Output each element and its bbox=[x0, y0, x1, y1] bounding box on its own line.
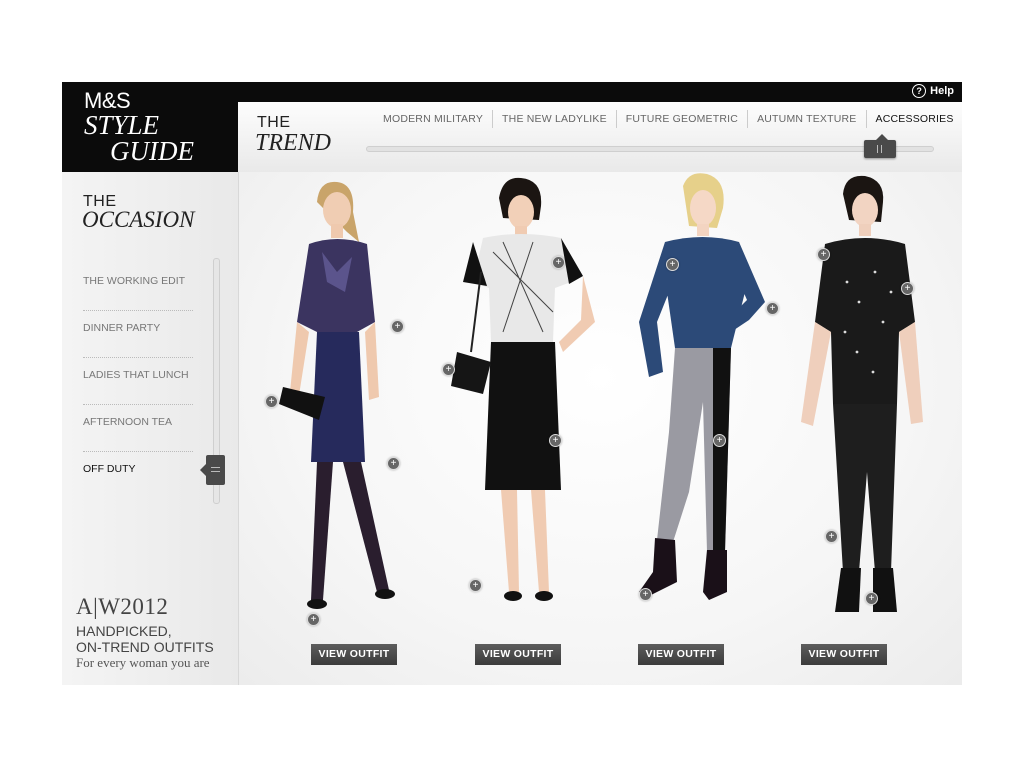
hotspot-plus-icon[interactable]: + bbox=[639, 588, 652, 601]
outfit-gallery: + + + + VIEW OUTFIT + + + + VIEW OUTFIT … bbox=[239, 172, 962, 685]
trend-slider-track[interactable] bbox=[366, 146, 934, 152]
view-outfit-button-3[interactable]: VIEW OUTFIT bbox=[638, 644, 724, 665]
trend-slider-handle[interactable] bbox=[864, 134, 896, 158]
style-guide-app: ? Help M&S STYLE GUIDE THE TREND MODERN … bbox=[62, 82, 962, 685]
model-4-figure bbox=[801, 175, 923, 612]
view-outfit-button-1[interactable]: VIEW OUTFIT bbox=[311, 644, 397, 665]
outfit-model-3[interactable] bbox=[609, 172, 779, 632]
occasion-item-dinner-party[interactable]: DINNER PARTY bbox=[83, 311, 193, 358]
trend-bar: THE TREND MODERN MILITARY THE NEW LADYLI… bbox=[238, 102, 962, 173]
occasion-item-ladies-that-lunch[interactable]: LADIES THAT LUNCH bbox=[83, 358, 193, 405]
occasion-item-off-duty[interactable]: OFF DUTY bbox=[83, 452, 193, 498]
view-outfit-button-2[interactable]: VIEW OUTFIT bbox=[475, 644, 561, 665]
hotspot-plus-icon[interactable]: + bbox=[265, 395, 278, 408]
promo-line3: For every woman you are bbox=[76, 655, 210, 670]
hotspot-plus-icon[interactable]: + bbox=[469, 579, 482, 592]
outfit-model-1[interactable] bbox=[267, 172, 407, 632]
hotspot-plus-icon[interactable]: + bbox=[825, 530, 838, 543]
occasion-item-afternoon-tea[interactable]: AFTERNOON TEA bbox=[83, 405, 193, 452]
model-2-figure bbox=[451, 177, 595, 601]
hotspot-plus-icon[interactable]: + bbox=[442, 363, 455, 376]
promo-line1: HANDPICKED, bbox=[76, 623, 172, 639]
hotspot-plus-icon[interactable]: + bbox=[391, 320, 404, 333]
help-button[interactable]: ? Help bbox=[912, 84, 954, 98]
view-outfit-button-4[interactable]: VIEW OUTFIT bbox=[801, 644, 887, 665]
promo-year: A|W2012 bbox=[76, 594, 169, 619]
hotspot-plus-icon[interactable]: + bbox=[387, 457, 400, 470]
logo-style: STYLE bbox=[84, 110, 160, 140]
model-1-figure bbox=[279, 181, 395, 609]
hotspot-plus-icon[interactable]: + bbox=[713, 434, 726, 447]
tab-accessories[interactable]: ACCESSORIES bbox=[865, 110, 962, 128]
trend-tabs: MODERN MILITARY THE NEW LADYLIKE FUTURE … bbox=[374, 110, 962, 128]
hotspot-plus-icon[interactable]: + bbox=[766, 302, 779, 315]
occasion-list: THE WORKING EDIT DINNER PARTY LADIES THA… bbox=[83, 264, 193, 498]
help-label: Help bbox=[930, 85, 954, 97]
occasion-item-working-edit[interactable]: THE WORKING EDIT bbox=[83, 264, 193, 311]
outfit-model-4[interactable] bbox=[787, 172, 937, 632]
tab-modern-military[interactable]: MODERN MILITARY bbox=[374, 110, 492, 128]
trend-title: TREND bbox=[255, 130, 332, 156]
hotspot-plus-icon[interactable]: + bbox=[865, 592, 878, 605]
tab-the-new-ladylike[interactable]: THE NEW LADYLIKE bbox=[492, 110, 616, 128]
promo-line2: ON-TREND OUTFITS bbox=[76, 639, 214, 655]
hotspot-plus-icon[interactable]: + bbox=[666, 258, 679, 271]
hotspot-plus-icon[interactable]: + bbox=[307, 613, 320, 626]
outfit-model-2[interactable] bbox=[443, 172, 613, 632]
hotspot-plus-icon[interactable]: + bbox=[549, 434, 562, 447]
hotspot-plus-icon[interactable]: + bbox=[817, 248, 830, 261]
hotspot-plus-icon[interactable]: + bbox=[901, 282, 914, 295]
tab-autumn-texture[interactable]: AUTUMN TEXTURE bbox=[747, 110, 865, 128]
hotspot-plus-icon[interactable]: + bbox=[552, 256, 565, 269]
logo[interactable]: M&S STYLE GUIDE bbox=[62, 82, 238, 172]
tab-future-geometric[interactable]: FUTURE GEOMETRIC bbox=[615, 110, 747, 128]
occasion-sidebar: THE OCCASION THE WORKING EDIT DINNER PAR… bbox=[62, 172, 239, 685]
model-3-figure bbox=[639, 173, 765, 600]
logo-guide: GUIDE bbox=[110, 136, 194, 166]
occasion-slider-handle[interactable] bbox=[200, 455, 225, 485]
help-icon: ? bbox=[912, 84, 927, 98]
occasion-title: OCCASION bbox=[82, 207, 195, 232]
